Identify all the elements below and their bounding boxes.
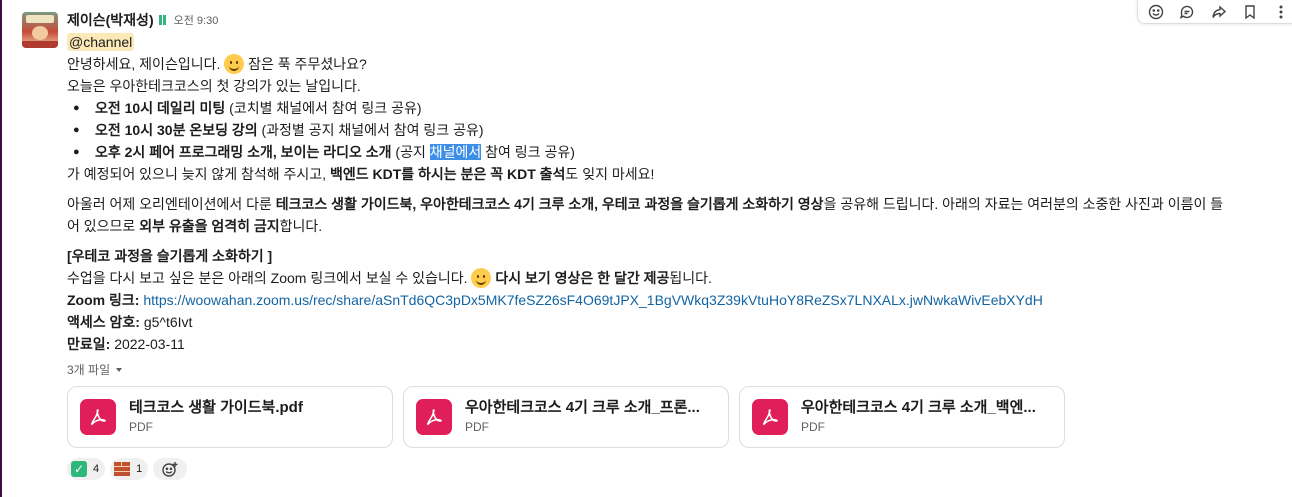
greeting-line: 안녕하세요, 제이슨입니다. 잠은 푹 주무셨나요?	[67, 53, 1292, 75]
add-emoji-icon	[162, 462, 178, 477]
reaction-check-mark[interactable]: ✓ 4	[67, 458, 106, 480]
check-mark-icon: ✓	[71, 461, 87, 477]
zoom-link[interactable]: https://woowahan.zoom.us/rec/share/aSnTd…	[143, 292, 1043, 308]
zoom-link-line: Zoom 링크: https://woowahan.zoom.us/rec/sh…	[67, 289, 1292, 311]
reaction-brick[interactable]: 1	[110, 458, 149, 480]
channel-mention[interactable]: @channel	[67, 33, 135, 51]
access-code-line: 액세스 암호: g5^t6Ivt	[67, 314, 193, 330]
pdf-icon	[80, 399, 116, 435]
pdf-icon	[416, 399, 452, 435]
file-type: PDF	[129, 420, 153, 434]
sender-name[interactable]: 제이슨(박재성)	[67, 10, 154, 30]
reminder-line: 가 예정되어 있으니 늦지 않게 참석해 주시고, 백엔드 KDT를 하시는 분…	[67, 166, 655, 182]
materials-paragraph-line-1: 아울러 어제 오리엔테이션에서 다룬 테크코스 생활 가이드북, 우아한테크코스…	[67, 196, 1224, 212]
mention-line: @channel	[67, 31, 1292, 53]
file-type: PDF	[465, 420, 489, 434]
avatar[interactable]	[22, 12, 58, 48]
materials-paragraph-line-2: 어 있으므로 외부 유출을 엄격히 금지합니다.	[67, 218, 323, 234]
caret-down-icon	[116, 368, 123, 372]
section-title: [우테코 과정을 슬기롭게 소화하기 ]	[67, 248, 273, 264]
slightly-smiling-face-icon	[224, 54, 245, 74]
reaction-count: 1	[136, 463, 143, 475]
status-emoji-icon	[158, 15, 166, 25]
file-card[interactable]: 우아한테크코스 4기 크루 소개_프론... PDF	[403, 386, 729, 448]
file-type: PDF	[801, 420, 825, 434]
list-item: 오전 10시 30분 온보딩 강의 (과정별 공지 채널에서 참여 링크 공유)	[67, 119, 1292, 141]
pdf-icon	[752, 399, 788, 435]
file-name: 우아한테크코스 4기 크루 소개_백엔...	[801, 399, 1036, 416]
greeting-question: 잠은 푹 주무셨나요?	[248, 56, 367, 72]
list-item: 오전 10시 데일리 미팅 (코치별 채널에서 참여 링크 공유)	[67, 97, 1292, 119]
zoom-link-label: Zoom 링크:	[67, 292, 140, 308]
brick-icon	[114, 462, 131, 476]
timestamp[interactable]: 오전 9:30	[174, 12, 219, 28]
list-item: 오후 2시 페어 프로그래밍 소개, 보이는 라디오 소개 (공지 채널에서 참…	[67, 141, 1292, 163]
file-card[interactable]: 우아한테크코스 4기 크루 소개_백엔... PDF	[739, 386, 1065, 448]
file-name: 테크코스 생활 가이드북.pdf	[129, 399, 303, 416]
message-header: 제이슨(박재성) 오전 9:30	[67, 10, 1292, 30]
message: 제이슨(박재성) 오전 9:30 @channel 안녕하세요, 제이슨입니다.…	[67, 10, 1292, 480]
selected-text: 채널에서	[429, 144, 482, 160]
greeting-text: 안녕하세요, 제이슨입니다.	[67, 56, 221, 72]
zoom-description: 수업을 다시 보고 싶은 분은 아래의 Zoom 링크에서 보실 수 있습니다.…	[67, 268, 712, 288]
files-toggle[interactable]: 3개 파일	[67, 361, 1292, 379]
add-reaction-button[interactable]	[153, 458, 188, 480]
sidebar-edge	[0, 0, 2, 497]
expiry-value: 2022-03-11	[110, 336, 185, 352]
access-code-value: g5^t6Ivt	[139, 314, 193, 330]
reaction-count: 4	[93, 463, 100, 475]
reactions-bar: ✓ 4 1	[67, 458, 1292, 480]
expiry-line: 만료일: 2022-03-11	[67, 336, 185, 352]
file-card[interactable]: 테크코스 생활 가이드북.pdf PDF	[67, 386, 393, 448]
schedule-list: 오전 10시 데일리 미팅 (코치별 채널에서 참여 링크 공유) 오전 10시…	[67, 97, 1292, 163]
slightly-smiling-face-icon	[471, 268, 492, 288]
intro-line: 오늘은 우아한테크코스의 첫 강의가 있는 날입니다.	[67, 78, 361, 94]
file-name: 우아한테크코스 4기 크루 소개_프론...	[465, 399, 700, 416]
file-attachments: 테크코스 생활 가이드북.pdf PDF 우아한테크코스 4기 크루 소개_프론…	[67, 386, 1292, 448]
